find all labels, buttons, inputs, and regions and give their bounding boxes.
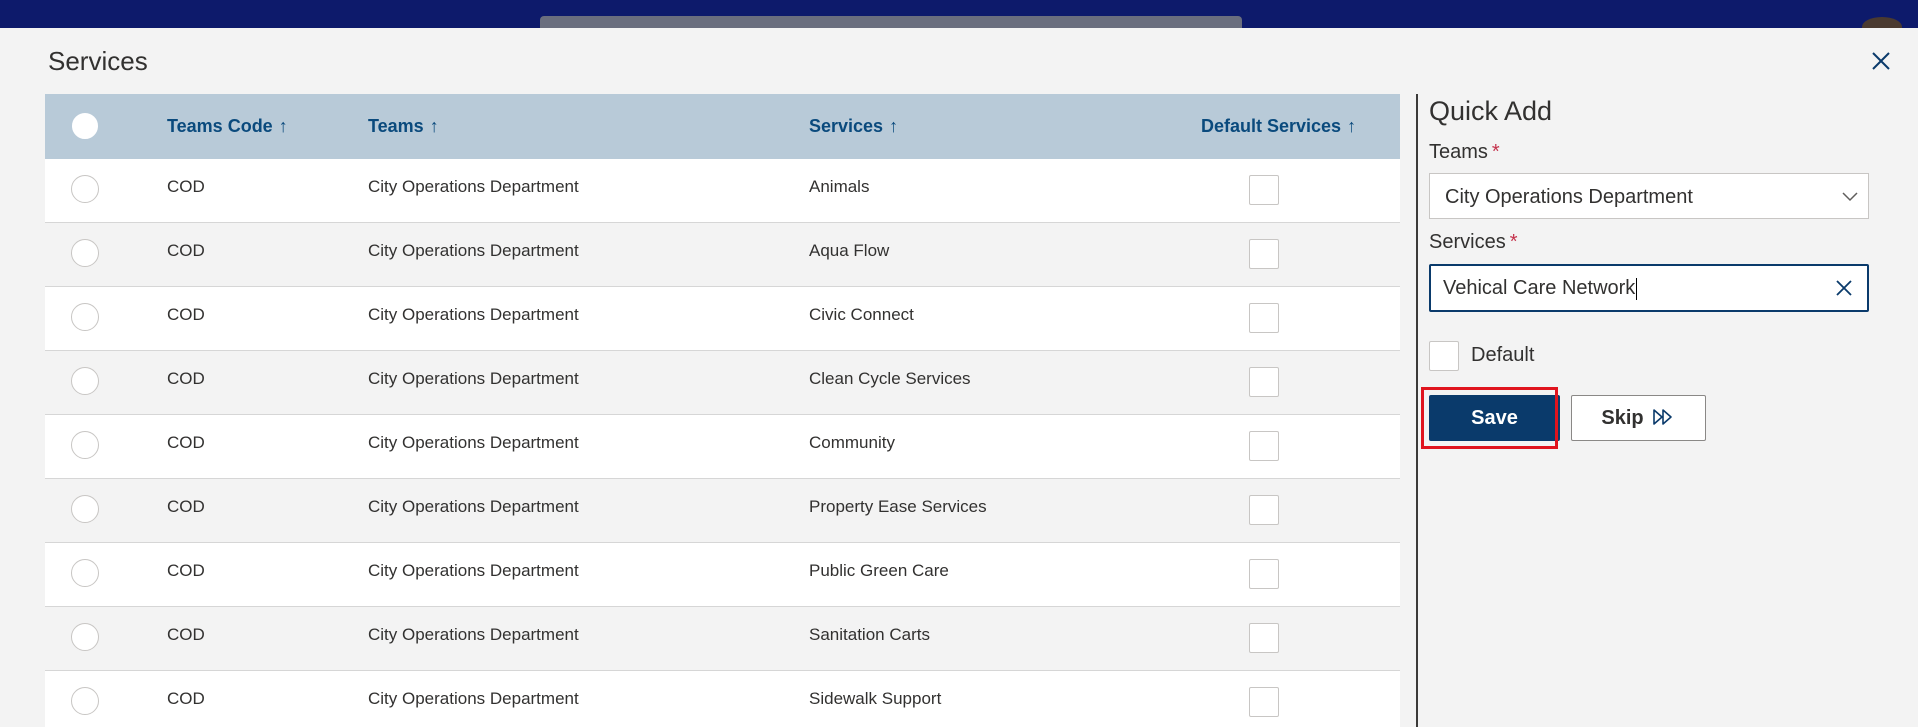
services-input-value: Vehical Care Network (1443, 266, 1637, 310)
row-select-radio[interactable] (71, 431, 99, 459)
default-service-checkbox[interactable] (1249, 175, 1279, 205)
cell-services: Sanitation Carts (809, 625, 930, 644)
default-checkbox[interactable] (1429, 341, 1459, 371)
close-icon (1872, 52, 1890, 70)
cell-teams: City Operations Department (368, 689, 579, 708)
services-dialog: Services Teams Code ↑ Teams ↑ Services ↑ De… (0, 28, 1918, 727)
required-indicator: * (1509, 231, 1518, 253)
default-service-checkbox[interactable] (1249, 239, 1279, 269)
cell-teams-code: COD (167, 561, 205, 580)
services-label-text: Services (1429, 231, 1506, 253)
panel-divider (1416, 94, 1418, 727)
cell-services: Civic Connect (809, 305, 914, 324)
cell-services: Animals (809, 177, 870, 196)
services-grid: Teams Code ↑ Teams ↑ Services ↑ Default Ser… (45, 94, 1400, 727)
row-select-radio[interactable] (71, 495, 99, 523)
cell-teams-code: COD (167, 433, 205, 452)
top-navigation-bar (0, 0, 1918, 37)
skip-button[interactable]: Skip (1571, 395, 1706, 441)
row-select-radio[interactable] (71, 623, 99, 651)
column-header-label: Teams (368, 116, 424, 136)
row-select-radio[interactable] (71, 303, 99, 331)
cell-teams: City Operations Department (368, 433, 579, 452)
default-service-checkbox[interactable] (1249, 623, 1279, 653)
cell-services: Public Green Care (809, 561, 949, 580)
teams-dropdown-value: City Operations Department (1445, 186, 1693, 208)
dialog-title: Services (48, 46, 148, 76)
default-service-checkbox[interactable] (1249, 303, 1279, 333)
sort-ascending-icon: ↑ (889, 116, 899, 136)
column-header-label: Teams Code (167, 116, 273, 136)
table-row[interactable]: COD City Operations Department Civic Con… (45, 287, 1400, 351)
row-select-radio[interactable] (71, 687, 99, 715)
column-header-services[interactable]: Services ↑ (809, 94, 898, 159)
cell-teams-code: COD (167, 689, 205, 708)
cell-teams-code: COD (167, 177, 205, 196)
fast-forward-icon (1652, 408, 1672, 425)
cell-teams: City Operations Department (368, 305, 579, 324)
column-header-teams[interactable]: Teams ↑ (368, 94, 439, 159)
cell-teams: City Operations Department (368, 497, 579, 516)
sort-ascending-icon: ↑ (1347, 116, 1357, 136)
required-indicator: * (1491, 141, 1500, 163)
default-service-checkbox[interactable] (1249, 495, 1279, 525)
cell-teams-code: COD (167, 625, 205, 644)
cell-teams: City Operations Department (368, 561, 579, 580)
row-select-radio[interactable] (71, 175, 99, 203)
global-search-bar[interactable] (540, 16, 1242, 28)
table-row[interactable]: COD City Operations Department Community (45, 415, 1400, 479)
column-header-label: Default Services (1201, 116, 1342, 136)
table-row[interactable]: COD City Operations Department Public Gr… (45, 543, 1400, 607)
skip-button-label: Skip (1601, 407, 1644, 429)
teams-label-text: Teams (1429, 141, 1488, 163)
teams-dropdown[interactable]: City Operations Department (1429, 173, 1869, 219)
cell-teams-code: COD (167, 241, 205, 260)
cell-teams: City Operations Department (368, 369, 579, 388)
cell-teams-code: COD (167, 497, 205, 516)
default-service-checkbox[interactable] (1249, 431, 1279, 461)
save-button-highlight (1421, 387, 1558, 449)
row-select-radio[interactable] (71, 367, 99, 395)
table-row[interactable]: COD City Operations Department Sidewalk … (45, 671, 1400, 727)
services-label: Services * (1429, 231, 1518, 254)
table-row[interactable]: COD City Operations Department Property … (45, 479, 1400, 543)
cell-services: Community (809, 433, 895, 452)
table-row[interactable]: COD City Operations Department Clean Cyc… (45, 351, 1400, 415)
sort-ascending-icon: ↑ (429, 116, 439, 136)
column-header-label: Services (809, 116, 884, 136)
column-header-teams-code[interactable]: Teams Code ↑ (167, 94, 288, 159)
teams-label: Teams * (1429, 141, 1500, 164)
default-service-checkbox[interactable] (1249, 559, 1279, 589)
grid-header: Teams Code ↑ Teams ↑ Services ↑ Default Ser… (45, 94, 1400, 160)
chevron-down-icon (1842, 192, 1858, 202)
cell-teams: City Operations Department (368, 625, 579, 644)
row-select-radio[interactable] (71, 559, 99, 587)
services-input[interactable]: Vehical Care Network (1429, 264, 1869, 312)
cell-teams: City Operations Department (368, 241, 579, 260)
clear-icon[interactable] (1833, 277, 1855, 299)
cell-services: Property Ease Services (809, 497, 987, 516)
table-row[interactable]: COD City Operations Department Aqua Flow (45, 223, 1400, 287)
cell-services: Clean Cycle Services (809, 369, 971, 388)
cell-services: Sidewalk Support (809, 689, 942, 708)
default-service-checkbox[interactable] (1249, 687, 1279, 717)
close-button[interactable] (1866, 46, 1896, 76)
column-header-default-services[interactable]: Default Services ↑ (1201, 94, 1356, 159)
table-row[interactable]: COD City Operations Department Sanitatio… (45, 607, 1400, 671)
table-row[interactable]: COD City Operations Department Animals (45, 159, 1400, 223)
row-select-radio[interactable] (71, 239, 99, 267)
default-label: Default (1471, 344, 1535, 366)
select-all-radio[interactable] (71, 112, 99, 140)
cell-teams-code: COD (167, 305, 205, 324)
cell-teams: City Operations Department (368, 177, 579, 196)
sort-ascending-icon: ↑ (278, 116, 288, 136)
cell-teams-code: COD (167, 369, 205, 388)
cell-services: Aqua Flow (809, 241, 890, 260)
quick-add-title: Quick Add (1429, 96, 1553, 126)
default-service-checkbox[interactable] (1249, 367, 1279, 397)
